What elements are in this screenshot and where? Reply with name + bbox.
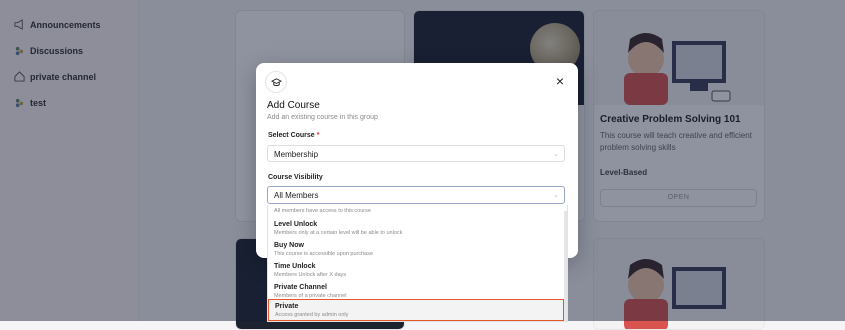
option-title: Time Unlock	[274, 263, 316, 270]
modal-subtitle: Add an existing course in this group	[267, 114, 378, 121]
course-visibility-dropdown[interactable]: All Members ⌄	[267, 186, 565, 204]
select-course-label-text: Select Course	[268, 132, 315, 139]
option-level-unlock[interactable]: Level Unlock Members only at a certain l…	[268, 218, 564, 239]
option-title: Private	[275, 303, 299, 310]
course-visibility-label: Course Visibility	[268, 174, 323, 181]
required-mark: *	[316, 132, 320, 139]
option-description: Access granted by admin only	[275, 312, 349, 318]
option-title: Level Unlock	[274, 221, 318, 228]
visibility-options-list[interactable]: All members have access to this course L…	[267, 205, 568, 322]
option-title: Buy Now	[274, 242, 304, 249]
visibility-hint: All members have access to this course	[274, 208, 371, 214]
option-description: Members only at a certain level will be …	[274, 230, 403, 236]
option-description: Members Unlock after X days	[274, 272, 347, 278]
option-private[interactable]: Private Access granted by admin only	[268, 299, 564, 321]
scrollbar[interactable]	[564, 211, 567, 321]
select-course-dropdown[interactable]: Membership ⌄	[267, 145, 565, 162]
option-time-unlock[interactable]: Time Unlock Members Unlock after X days	[268, 260, 564, 281]
graduation-cap-icon	[265, 71, 287, 93]
course-visibility-value: All Members	[274, 191, 319, 200]
close-button[interactable]: ×	[556, 74, 564, 88]
option-title: Private Channel	[274, 284, 327, 291]
chevron-down-icon: ⌄	[553, 151, 559, 158]
option-description: This course is accessible upon purchase	[274, 251, 374, 257]
option-buy-now[interactable]: Buy Now This course is accessible upon p…	[268, 239, 564, 260]
chevron-down-icon: ⌄	[553, 192, 559, 199]
select-course-value: Membership	[274, 150, 319, 159]
modal-title: Add Course	[267, 100, 320, 111]
select-course-label: Select Course *	[268, 132, 319, 139]
